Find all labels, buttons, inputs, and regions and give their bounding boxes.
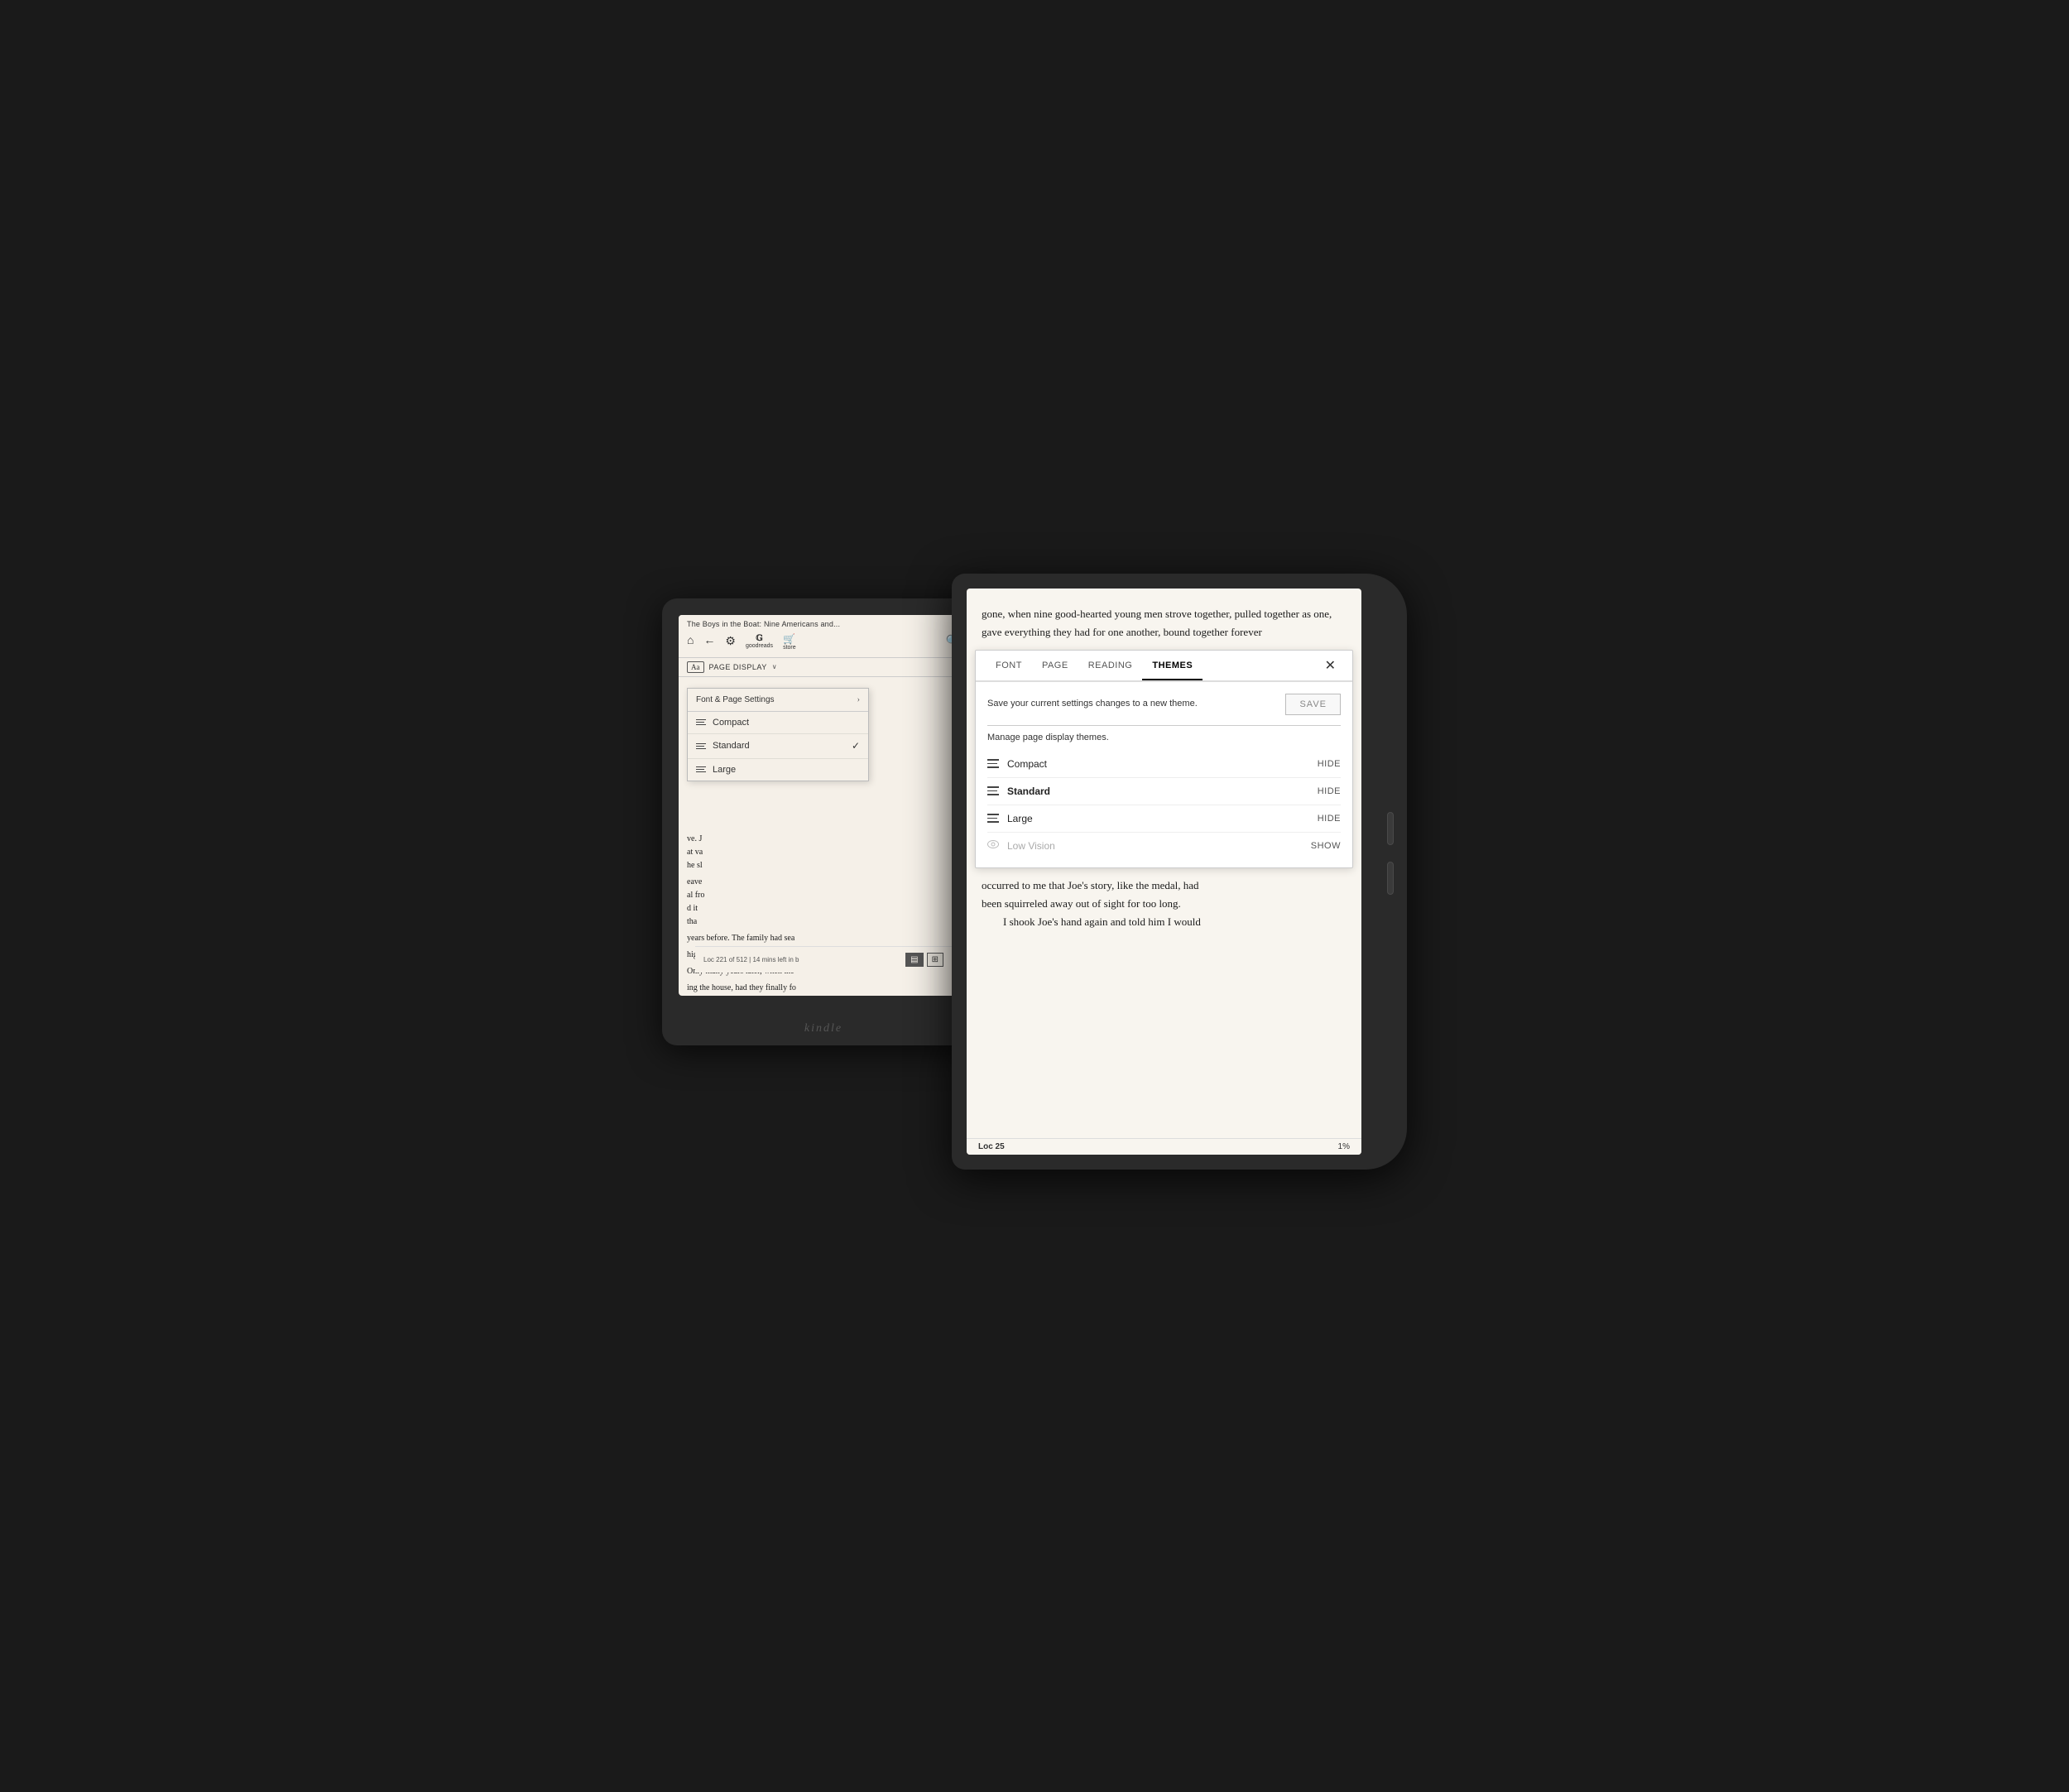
store-label: store — [783, 645, 796, 651]
page-display-bar[interactable]: Aa PAGE DISPLAY ∨ — [679, 658, 968, 677]
themes-modal-body: Save your current settings changes to a … — [976, 682, 1352, 867]
text-line-1: years before. The family had sea — [687, 932, 960, 945]
paperwhite-status-bar: Loc 221 of 512 | 14 mins left in b ▤ ⊞ — [695, 946, 952, 973]
themes-tabs-bar: FONT PAGE READING THEMES ✕ — [976, 651, 1352, 682]
paperwhite-book-title: The Boys in the Boat: Nine Americans and… — [687, 620, 960, 628]
list-view-button[interactable]: ▤ — [905, 953, 923, 967]
store-nav[interactable]: 🛒 store — [783, 633, 796, 651]
compact-label: Compact — [713, 718, 860, 728]
bottom-text-line-3: I shook Joe's hand again and told him I … — [982, 913, 1347, 931]
low-vision-eye-icon — [987, 839, 999, 853]
section-divider — [987, 725, 1341, 726]
oasis-bottom-text: occurred to me that Joe's story, like th… — [967, 868, 1361, 1138]
oasis-page-buttons — [1387, 812, 1394, 895]
dropdown-item-standard[interactable]: Standard ✓ — [688, 734, 868, 759]
paperwhite-loc: Loc 221 of 512 | 14 mins left in b — [703, 956, 799, 963]
large-label: Large — [713, 765, 860, 775]
scene: The Boys in the Boat: Nine Americans and… — [662, 574, 1407, 1219]
standard-theme-action[interactable]: HIDE — [1318, 786, 1341, 796]
text-line-4: ing the house, had they finally fo — [687, 982, 960, 995]
theme-item-compact[interactable]: Compact HIDE — [987, 751, 1341, 778]
oasis-next-page-button[interactable] — [1387, 812, 1394, 845]
oasis-status-bar: Loc 25 1% — [967, 1138, 1361, 1155]
standard-theme-icon — [987, 785, 999, 798]
large-theme-icon — [987, 812, 999, 825]
chevron-down-icon: ∨ — [772, 663, 777, 670]
dropdown-header[interactable]: Font & Page Settings › — [688, 689, 868, 712]
low-vision-theme-label: Low Vision — [1007, 840, 1303, 852]
aa-badge: Aa — [687, 661, 704, 673]
goodreads-nav[interactable]: 𝔾 goodreads — [746, 634, 773, 649]
kindle-oasis-device: gone, when nine good-hearted young men s… — [952, 574, 1407, 1170]
theme-item-large[interactable]: Large HIDE — [987, 805, 1341, 833]
paperwhite-topbar: The Boys in the Boat: Nine Americans and… — [679, 615, 968, 658]
standard-theme-label: Standard — [1007, 786, 1309, 797]
dropdown-chevron-icon: › — [857, 695, 860, 704]
theme-item-low-vision[interactable]: Low Vision SHOW — [987, 833, 1341, 859]
oasis-text-content: gone, when nine good-hearted young men s… — [982, 608, 1332, 638]
kindle-logo: kindle — [804, 1022, 842, 1035]
close-button[interactable]: ✕ — [1318, 651, 1342, 680]
large-theme-action[interactable]: HIDE — [1318, 814, 1341, 824]
standard-lines-icon — [696, 741, 706, 751]
page-display-label: PAGE DISPLAY — [709, 663, 767, 671]
oasis-percentage: 1% — [1338, 1142, 1350, 1151]
large-theme-label: Large — [1007, 813, 1309, 824]
paperwhite-screen: The Boys in the Boat: Nine Americans and… — [679, 615, 968, 996]
oasis-loc: Loc 25 — [978, 1142, 1005, 1151]
dropdown-header-label: Font & Page Settings — [696, 695, 775, 704]
dropdown-item-large[interactable]: Large — [688, 759, 868, 781]
low-vision-theme-action[interactable]: SHOW — [1311, 841, 1341, 851]
tab-themes[interactable]: THEMES — [1142, 652, 1203, 680]
compact-theme-action[interactable]: HIDE — [1318, 759, 1341, 769]
view-toggles: ▤ ⊞ — [905, 953, 943, 967]
grid-view-button[interactable]: ⊞ — [927, 953, 943, 967]
goodreads-label: goodreads — [746, 643, 773, 649]
save-section: Save your current settings changes to a … — [987, 694, 1341, 715]
save-button[interactable]: SAVE — [1285, 694, 1341, 715]
compact-theme-icon — [987, 757, 999, 771]
bottom-text-line-2: been squirreled away out of sight for to… — [982, 895, 1347, 913]
kindle-paperwhite-device: The Boys in the Boat: Nine Americans and… — [662, 598, 985, 1045]
bottom-text-line-1: occurred to me that Joe's story, like th… — [982, 877, 1347, 895]
standard-label: Standard — [713, 741, 845, 751]
dropdown-item-compact[interactable]: Compact — [688, 712, 868, 734]
tab-page[interactable]: PAGE — [1032, 652, 1078, 680]
tab-font[interactable]: FONT — [986, 652, 1032, 680]
compact-theme-label: Compact — [1007, 758, 1309, 770]
tab-reading[interactable]: READING — [1078, 652, 1143, 680]
home-icon[interactable]: ⌂ — [687, 635, 694, 648]
manage-themes-label: Manage page display themes. — [987, 733, 1341, 742]
oasis-prev-page-button[interactable] — [1387, 862, 1394, 895]
paperwhite-nav: ⌂ ← ⚙ 𝔾 goodreads 🛒 store 🔍 — [687, 630, 960, 654]
oasis-top-text: gone, when nine good-hearted young men s… — [967, 589, 1361, 650]
oasis-screen: gone, when nine good-hearted young men s… — [967, 589, 1361, 1155]
large-lines-icon — [696, 765, 706, 775]
compact-lines-icon — [696, 718, 706, 728]
theme-item-standard[interactable]: Standard HIDE — [987, 778, 1341, 805]
themes-modal: FONT PAGE READING THEMES ✕ — [975, 650, 1353, 868]
save-description: Save your current settings changes to a … — [987, 698, 1198, 710]
page-display-dropdown: Font & Page Settings › Compact Standard … — [687, 688, 869, 781]
settings-icon[interactable]: ⚙ — [725, 635, 736, 649]
back-icon[interactable]: ← — [703, 635, 715, 648]
standard-checkmark: ✓ — [852, 740, 860, 752]
